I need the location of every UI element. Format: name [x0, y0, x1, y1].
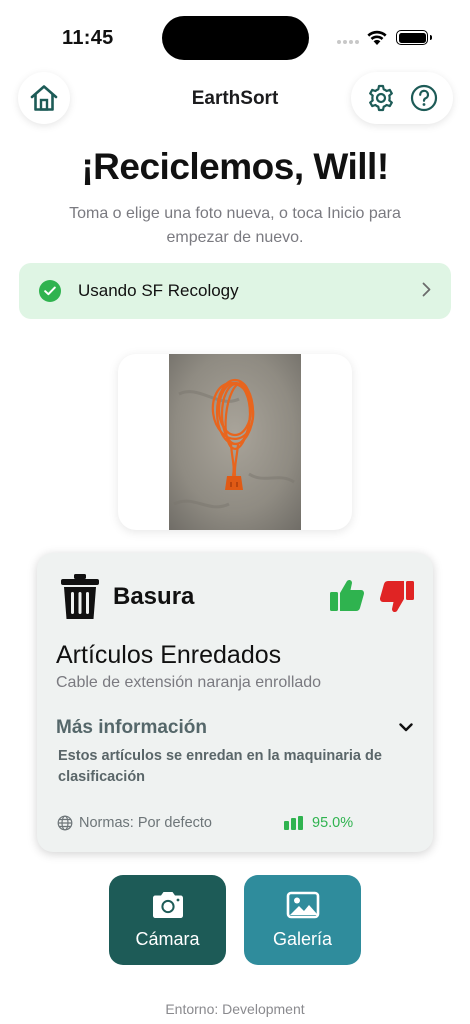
cellular-signal-icon [337, 40, 359, 44]
item-title: Artículos Enredados [56, 641, 282, 669]
page-title: ¡Reciclemos, Will! [81, 146, 389, 187]
gallery-label: Galería [272, 928, 333, 949]
more-info-text: Estos artículos se enredan en la maquina… [58, 748, 382, 785]
checkmark-circle-icon [39, 280, 61, 302]
nav-right-actions [351, 72, 453, 124]
norms-label: Normas: Por defecto [79, 815, 212, 831]
gallery-button[interactable]: Galería [244, 875, 361, 965]
confidence-indicator: 95.0% [284, 815, 353, 831]
photo-gallery-icon [286, 891, 319, 918]
more-info-toggle[interactable]: Más información [56, 717, 207, 739]
chevron-right-icon [422, 280, 431, 303]
provider-label: Usando SF Recology [78, 281, 239, 300]
camera-button[interactable]: Cámara [109, 875, 226, 965]
provider-banner[interactable]: Usando SF Recology [19, 263, 451, 319]
wifi-icon [367, 30, 387, 45]
confidence-bars-icon [284, 816, 303, 830]
thumbs-down-icon[interactable] [379, 580, 415, 614]
trash-bin-icon [61, 574, 99, 619]
status-time: 11:45 [62, 27, 114, 49]
gear-icon[interactable] [366, 83, 396, 113]
status-bar: 11:45 [0, 0, 470, 70]
category-label: Basura [113, 583, 195, 610]
environment-label: Entorno: Development [165, 1001, 305, 1017]
dynamic-island [162, 16, 309, 60]
question-circle-icon[interactable] [410, 84, 438, 112]
result-card: Basura Artículos Enredados Cable de exte… [37, 553, 433, 852]
confidence-value: 95.0% [312, 815, 354, 831]
camera-label: Cámara [135, 928, 200, 949]
photo-card[interactable] [118, 354, 352, 530]
globe-icon [57, 815, 73, 831]
camera-icon [152, 891, 183, 918]
item-description: Cable de extensión naranja enrollado [56, 674, 322, 691]
battery-icon [396, 30, 432, 45]
norms-indicator: Normas: Por defecto [57, 815, 212, 831]
instructions-text: Toma o elige una foto nueva, o toca Inic… [69, 205, 401, 246]
captured-photo [169, 354, 301, 530]
chevron-down-icon[interactable] [399, 723, 413, 732]
thumbs-up-icon[interactable] [329, 578, 365, 612]
